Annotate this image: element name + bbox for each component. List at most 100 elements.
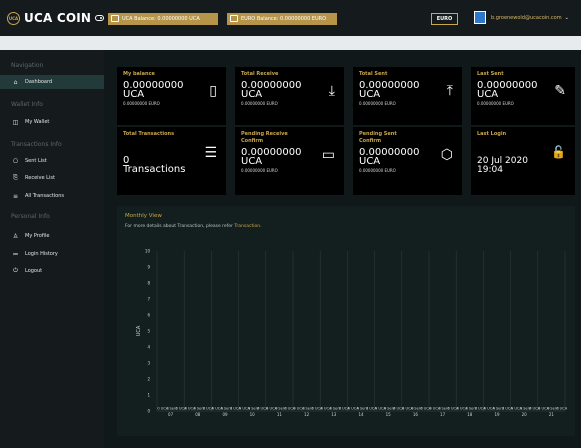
y-tick-label: 3 bbox=[147, 361, 150, 366]
wallet-icon: ◫ bbox=[12, 118, 19, 126]
monthly-chart: 012345678910UCA 0 UCA0 Sent0 UCA0 UCA0 Sent0 U… bbox=[136, 249, 568, 418]
sidebar-item-logout[interactable]: ⏻ Logout bbox=[0, 264, 104, 278]
sidebar-toggle-icon[interactable] bbox=[95, 15, 105, 21]
sidebar-item-label: All Transactions bbox=[25, 193, 64, 199]
x-tick-label: 10 bbox=[250, 412, 256, 417]
history-icon: ≔ bbox=[12, 250, 19, 258]
card-title: Last Sent bbox=[477, 71, 504, 77]
x-tick-label: 07 bbox=[168, 412, 174, 417]
card-title: Total Receive bbox=[241, 71, 279, 77]
y-tick-label: 9 bbox=[147, 265, 150, 270]
sidebar-item-label: My Profile bbox=[25, 233, 50, 239]
y-tick-label: 10 bbox=[145, 249, 151, 254]
card-euro: 0.00000000 EURO bbox=[241, 168, 278, 173]
uca-balance-badge: UCA Balance: 0.00000000 UCA bbox=[108, 13, 218, 25]
card-title: My balance bbox=[123, 71, 155, 77]
file-icon: ▭ bbox=[321, 147, 335, 163]
wallet-icon bbox=[230, 15, 238, 22]
card-euro: 0.00000000 EURO bbox=[241, 101, 278, 106]
card-last-login: Last Login 20 Jul 2020 19:04 🔓 bbox=[471, 127, 575, 195]
x-tick-label: 20 bbox=[522, 412, 528, 417]
y-tick-label: 0 bbox=[147, 409, 150, 414]
section-transactions-info: Transactions Info bbox=[11, 141, 62, 148]
sidebar-item-my-wallet[interactable]: ◫ My Wallet bbox=[0, 115, 104, 129]
package-icon: ⬡ bbox=[440, 147, 453, 163]
section-navigation: Navigation bbox=[11, 62, 44, 69]
upload-icon: ⤒ bbox=[446, 83, 453, 99]
y-tick-label: 4 bbox=[147, 345, 150, 350]
x-tick-label: 15 bbox=[386, 412, 392, 417]
top-bar: UCA UCA COIN UCA Balance: 0.00000000 UCA… bbox=[0, 0, 581, 36]
card-unit: UCA bbox=[359, 89, 381, 100]
sidebar-item-receive-list[interactable]: ⎘ Receive List bbox=[0, 171, 104, 185]
sidebar-item-label: Logout bbox=[25, 268, 43, 274]
card-total-receive: Total Receive 0.00000000 UCA 0.00000000 … bbox=[235, 67, 344, 125]
currency-select[interactable]: EURO bbox=[431, 13, 458, 25]
logo[interactable]: UCA UCA COIN bbox=[7, 11, 105, 25]
sidebar: Navigation ⌂ Dashboard Wallet Info ◫ My … bbox=[0, 50, 104, 448]
card-unit: 19:04 bbox=[477, 165, 503, 175]
unlock-icon: 🔓 bbox=[551, 145, 566, 159]
power-icon: ⏻ bbox=[13, 267, 18, 274]
receive-icon: ⎘ bbox=[13, 174, 18, 181]
card-unit: UCA bbox=[241, 89, 263, 100]
chevron-down-icon[interactable]: ⌄ bbox=[565, 15, 569, 21]
edit-icon: ✎ bbox=[554, 83, 566, 99]
card-pending-receive: Pending Receive Confirm 0.00000000 UCA 0… bbox=[235, 127, 344, 195]
uca-balance-text: UCA Balance: 0.00000000 UCA bbox=[122, 16, 200, 22]
card-last-sent: Last Sent 0.00000000 UCA 0.00000000 EURO… bbox=[471, 67, 575, 125]
euro-balance-text: EURO Balance: 0.00000000 EURO bbox=[241, 16, 327, 22]
euro-balance-badge: EURO Balance: 0.00000000 EURO bbox=[227, 13, 337, 25]
y-tick-label: 6 bbox=[147, 313, 150, 318]
section-wallet-info: Wallet Info bbox=[11, 101, 43, 108]
logo-mark: UCA bbox=[7, 11, 20, 25]
sidebar-item-my-profile[interactable]: ♙ My Profile bbox=[0, 229, 104, 243]
card-total-transactions: Total Transactions 0 Transactions ☰ bbox=[117, 127, 226, 195]
wallet-icon bbox=[111, 15, 119, 22]
user-menu[interactable]: b.groenewold@ucacoin.com ⌄ bbox=[474, 11, 569, 24]
card-unit: UCA bbox=[123, 89, 145, 100]
book-icon: ▯ bbox=[209, 83, 217, 99]
header-strip bbox=[0, 36, 581, 50]
list-icon: ≡ bbox=[12, 192, 19, 200]
download-icon: ⤓ bbox=[328, 83, 335, 99]
card-euro: 0.00000000 EURO bbox=[477, 101, 514, 106]
sidebar-item-label: Receive List bbox=[25, 175, 55, 181]
x-tick-label: 09 bbox=[222, 412, 228, 417]
x-tick-label: 08 bbox=[195, 412, 201, 417]
home-icon: ⌂ bbox=[13, 78, 18, 86]
card-title: Last Login bbox=[477, 131, 507, 137]
x-tick-label: 13 bbox=[331, 412, 337, 417]
x-tick-label: 12 bbox=[304, 412, 310, 417]
x-tick-label: 21 bbox=[549, 412, 555, 417]
user-icon: ♙ bbox=[12, 232, 19, 240]
sidebar-item-label: Dashboard bbox=[25, 79, 53, 85]
monthly-view-panel: Monthly View For more details about Tran… bbox=[117, 206, 575, 436]
sidebar-item-all-transactions[interactable]: ≡ All Transactions bbox=[0, 189, 104, 203]
card-pending-sent: Pending Sent Confirm 0.00000000 UCA 0.00… bbox=[353, 127, 462, 195]
x-tick-label: 14 bbox=[358, 412, 364, 417]
sidebar-item-label: My Wallet bbox=[25, 119, 50, 125]
y-axis-label: UCA bbox=[136, 325, 142, 336]
avatar[interactable] bbox=[474, 11, 486, 24]
card-euro: 0.00000000 EURO bbox=[123, 101, 160, 106]
sidebar-item-sent-list[interactable]: ⎔ Sent List bbox=[0, 154, 104, 168]
card-title: Pending Receive Confirm bbox=[241, 131, 288, 144]
list-icon: ☰ bbox=[204, 145, 217, 161]
card-title: Total Transactions bbox=[123, 131, 175, 137]
sidebar-item-login-history[interactable]: ≔ Login History bbox=[0, 247, 104, 261]
y-tick-label: 2 bbox=[147, 377, 150, 382]
x-tick-label: 18 bbox=[467, 412, 473, 417]
send-icon: ⎔ bbox=[12, 157, 19, 165]
sidebar-item-label: Login History bbox=[25, 251, 58, 257]
sidebar-item-label: Sent List bbox=[25, 158, 47, 164]
sidebar-item-dashboard[interactable]: ⌂ Dashboard bbox=[0, 75, 104, 89]
card-euro: 0.00000000 EURO bbox=[359, 168, 396, 173]
y-tick-label: 8 bbox=[147, 281, 150, 286]
logo-text: UCA COIN bbox=[24, 11, 92, 25]
user-email[interactable]: b.groenewold@ucacoin.com bbox=[491, 15, 562, 21]
card-title: Pending Sent Confirm bbox=[359, 131, 397, 144]
x-tick-label: 11 bbox=[277, 412, 283, 417]
card-title: Total Sent bbox=[359, 71, 388, 77]
y-tick-label: 7 bbox=[147, 297, 150, 302]
